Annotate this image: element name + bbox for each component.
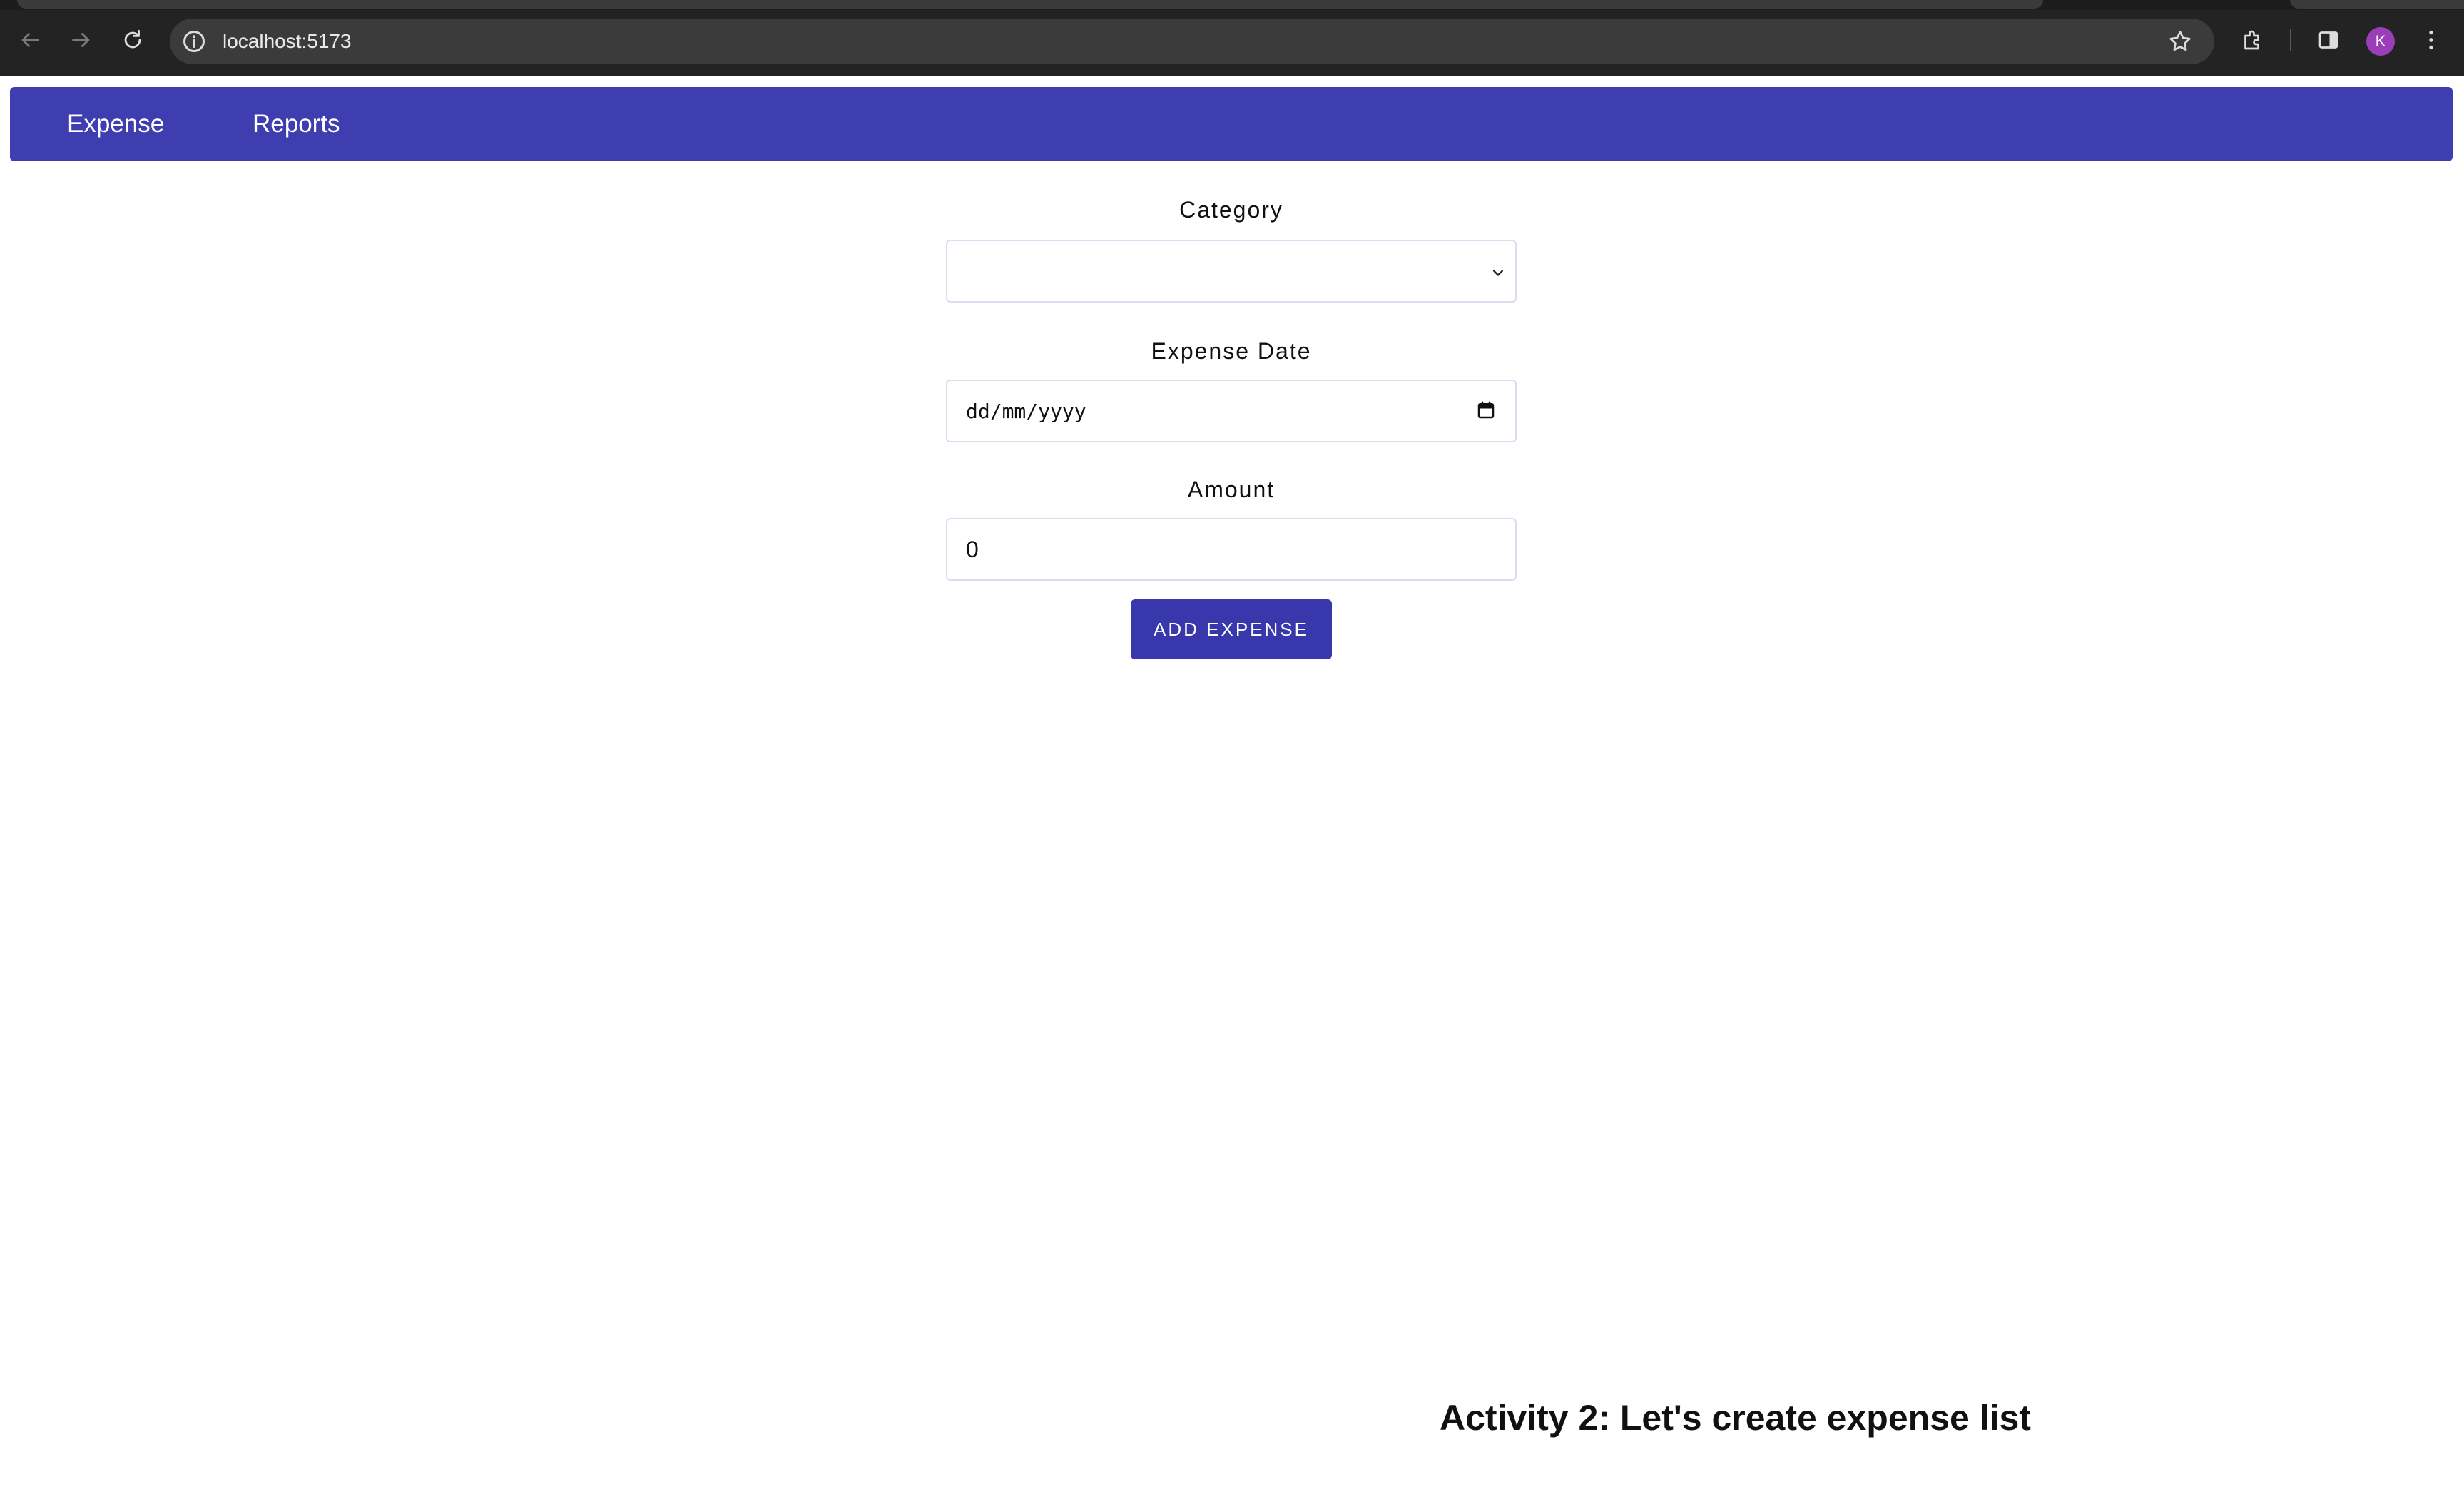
- tab-strip: [0, 0, 2464, 10]
- amount-value: 0: [966, 537, 979, 562]
- expense-date-label: Expense Date: [1151, 338, 1312, 364]
- amount-label: Amount: [1187, 477, 1276, 502]
- browser-toolbar: localhost:5173 K: [0, 0, 2464, 76]
- toolbar-divider: [2290, 29, 2291, 51]
- calendar-icon[interactable]: [1475, 400, 1497, 421]
- site-info-icon[interactable]: [181, 29, 207, 54]
- chevron-down-icon: [1493, 270, 1503, 276]
- active-tab[interactable]: [17, 0, 2043, 9]
- date-placeholder: dd/mm/yyyy: [966, 400, 1086, 423]
- forward-icon[interactable]: [67, 26, 96, 54]
- more-menu-icon[interactable]: [2417, 26, 2445, 54]
- address-bar[interactable]: localhost:5173: [170, 19, 2214, 64]
- side-panel-icon[interactable]: [2314, 26, 2343, 54]
- extensions-icon[interactable]: [2239, 26, 2267, 54]
- category-label: Category: [1179, 197, 1283, 223]
- activity-caption: Activity 2: Let's create expense list: [1440, 1398, 2031, 1438]
- nav-expense-link[interactable]: Expense: [67, 87, 164, 161]
- back-icon[interactable]: [16, 26, 44, 54]
- nav-reports-link[interactable]: Reports: [253, 87, 340, 161]
- profile-avatar[interactable]: K: [2366, 27, 2395, 56]
- bookmark-star-icon[interactable]: [2167, 29, 2193, 54]
- add-expense-button[interactable]: ADD EXPENSE: [1131, 599, 1332, 659]
- inactive-tab[interactable]: [2290, 0, 2464, 9]
- category-select[interactable]: [946, 240, 1517, 303]
- amount-input[interactable]: 0: [946, 518, 1517, 581]
- expense-date-input[interactable]: dd/mm/yyyy: [946, 380, 1517, 442]
- reload-icon[interactable]: [118, 26, 147, 54]
- url-text[interactable]: localhost:5173: [223, 29, 352, 54]
- app-navbar: Expense Reports: [10, 87, 2453, 161]
